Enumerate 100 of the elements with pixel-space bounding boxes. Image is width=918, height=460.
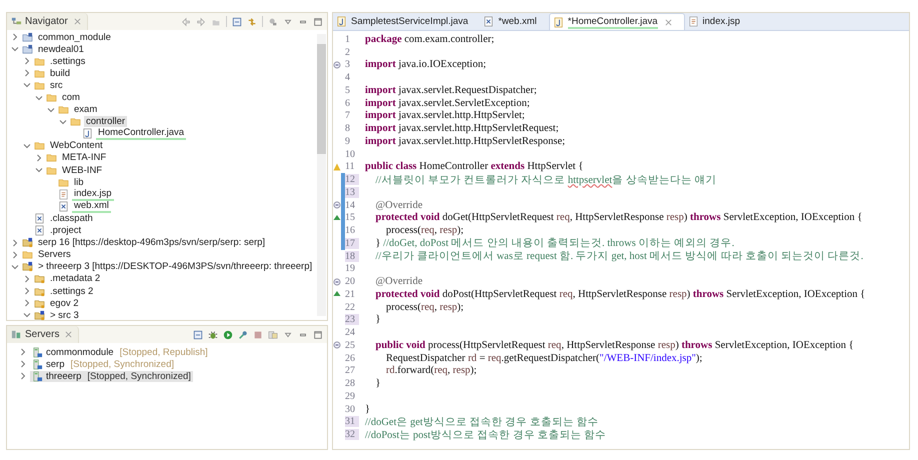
folder-icon [34,80,45,91]
editor-tab[interactable]: *web.xml [480,13,549,30]
code-line: } [374,314,381,326]
java-file-icon [552,16,564,28]
tree-item[interactable]: build [48,68,72,79]
fold-icon[interactable] [333,60,341,69]
warning-icon [333,162,341,171]
fold-icon[interactable] [333,201,341,210]
code-line: process(req, resp); [385,302,464,313]
fold-icon[interactable] [333,278,341,286]
tree-item[interactable]: WebContent [48,140,105,152]
editor-tab[interactable]: index.jsp [684,13,752,30]
servers-tab[interactable]: Servers [7,326,80,343]
server-item[interactable]: serp [Stopped, Synchronized] [30,358,176,370]
start-icon[interactable] [223,330,233,340]
tree-item[interactable]: > threeerp 3 [https://DESKTOP-496M3PS/svn/threeerp: threeerp] [36,261,314,272]
tree-item[interactable]: common_module [36,32,113,43]
editor-tab[interactable]: *HomeController.java [548,13,685,30]
tree-item[interactable]: index.jsp [72,188,114,201]
tree-item[interactable]: exam [72,104,100,116]
tree-item[interactable]: HomeController.java [96,127,186,140]
navigator-tab[interactable]: Navigator [7,13,88,30]
tree-item[interactable]: web.xml [72,200,111,213]
line-number: 16 [345,225,356,236]
tree-item[interactable]: .classpath [48,212,95,224]
chevron-icon[interactable] [23,81,31,90]
override-arrow-icon [333,214,341,222]
tree-item[interactable]: .project [48,225,84,236]
chevron-icon[interactable] [23,274,31,283]
chevron-icon[interactable] [23,287,31,296]
tree-item[interactable]: META-INF [60,152,108,164]
chevron-icon[interactable] [35,166,43,174]
folder-icon [58,176,69,188]
editor-tab[interactable]: SampletestServiceImpl.java [333,13,480,30]
chevron-icon[interactable] [23,69,31,78]
line-number: 17 [345,238,359,249]
tree-item[interactable]: > src 3 [48,310,81,320]
chevron-icon[interactable] [11,262,19,271]
code-line: //doGet은 get방식으로 접속한 경우 호출되는 함수 [365,416,598,429]
tree-item[interactable]: egov 2 [48,298,81,309]
tree-item[interactable]: newdeal01 [36,44,86,55]
close-icon[interactable] [664,18,672,26]
code-line: import javax.servlet.http.HttpServletRequest; [365,123,559,134]
collapse-all-icon[interactable] [232,16,242,26]
xml-file-icon [34,225,45,236]
close-icon[interactable] [65,331,72,338]
line-number: 3 [345,59,351,70]
maximize-icon[interactable] [313,16,323,26]
tree-item[interactable]: .metadata 2 [48,273,102,284]
scrollbar[interactable] [317,34,326,316]
code-line: protected void doPost(HttpServletRequest req, HttpServletResponse resp) throws ServletException, IOException { [374,288,866,300]
project-icon [22,44,33,55]
line-number: 13 [345,186,359,198]
code-line: } [374,378,381,390]
code-line: process(req, resp); [385,225,464,236]
tree-item[interactable]: src [48,80,65,91]
tree-item[interactable]: com [60,92,82,104]
publish-icon[interactable] [268,330,278,340]
maximize-icon[interactable] [313,330,323,340]
tree-item[interactable]: Servers [36,249,73,260]
chevron-icon[interactable] [35,94,43,102]
bug-icon[interactable] [208,330,218,340]
chevron-icon[interactable] [23,311,31,320]
close-icon[interactable] [74,18,81,25]
repository-folder-icon [34,273,45,284]
chevron-icon[interactable] [23,57,31,66]
tree-item[interactable]: WEB-INF [60,164,104,176]
tree-item[interactable]: lib [72,176,86,188]
code-line: //서블릿이 부모가 컨트롤러가 자식으로 httpservlet을 상속받는다는 얘기 [374,174,716,187]
code-line: rd.forward(req, resp); [385,365,477,376]
chevron-icon[interactable] [47,106,55,114]
chevron-icon[interactable] [11,33,19,42]
server-item[interactable]: commonmodule [Stopped, Republish] [30,346,210,358]
filter-icon[interactable] [268,16,278,26]
fold-icon[interactable] [333,341,341,350]
server-item[interactable]: threeerp [Stopped, Synchronized] [30,370,193,382]
code-line: //우리가 클라이언트에서 was로 request 함. 두가지 get, host 메서드 방식에 따라 호출이 되는것이 다른것. [374,250,864,264]
chevron-icon[interactable] [23,299,31,308]
chevron-icon[interactable] [23,142,31,150]
line-number: 15 [345,212,356,224]
tree-item[interactable]: .settings 2 [48,286,96,297]
tree-item[interactable]: serp 16 [https://desktop-496m3ps/svn/serp/serp: serp] [36,237,268,248]
link-editor-icon[interactable] [247,16,257,26]
line-number: 31 [345,416,359,428]
chevron-icon[interactable] [35,154,43,162]
line-number: 29 [345,390,356,402]
line-number: 2 [345,46,351,58]
tree-item[interactable]: controller [84,116,128,128]
collapse-all-icon[interactable] [193,330,203,340]
profile-icon[interactable] [238,330,248,340]
java-file-icon [336,16,347,27]
servers-icon [11,329,22,340]
java-file-icon [82,128,93,140]
code-line: protected void doGet(HttpServletRequest req, HttpServletResponse resp) throws ServletException, IOException { [374,212,862,224]
chevron-icon[interactable] [11,238,19,247]
chevron-icon[interactable] [59,118,67,126]
chevron-icon[interactable] [11,45,19,54]
line-number: 11 [345,161,356,172]
tree-item[interactable]: .settings [48,56,88,67]
chevron-icon[interactable] [11,250,19,259]
